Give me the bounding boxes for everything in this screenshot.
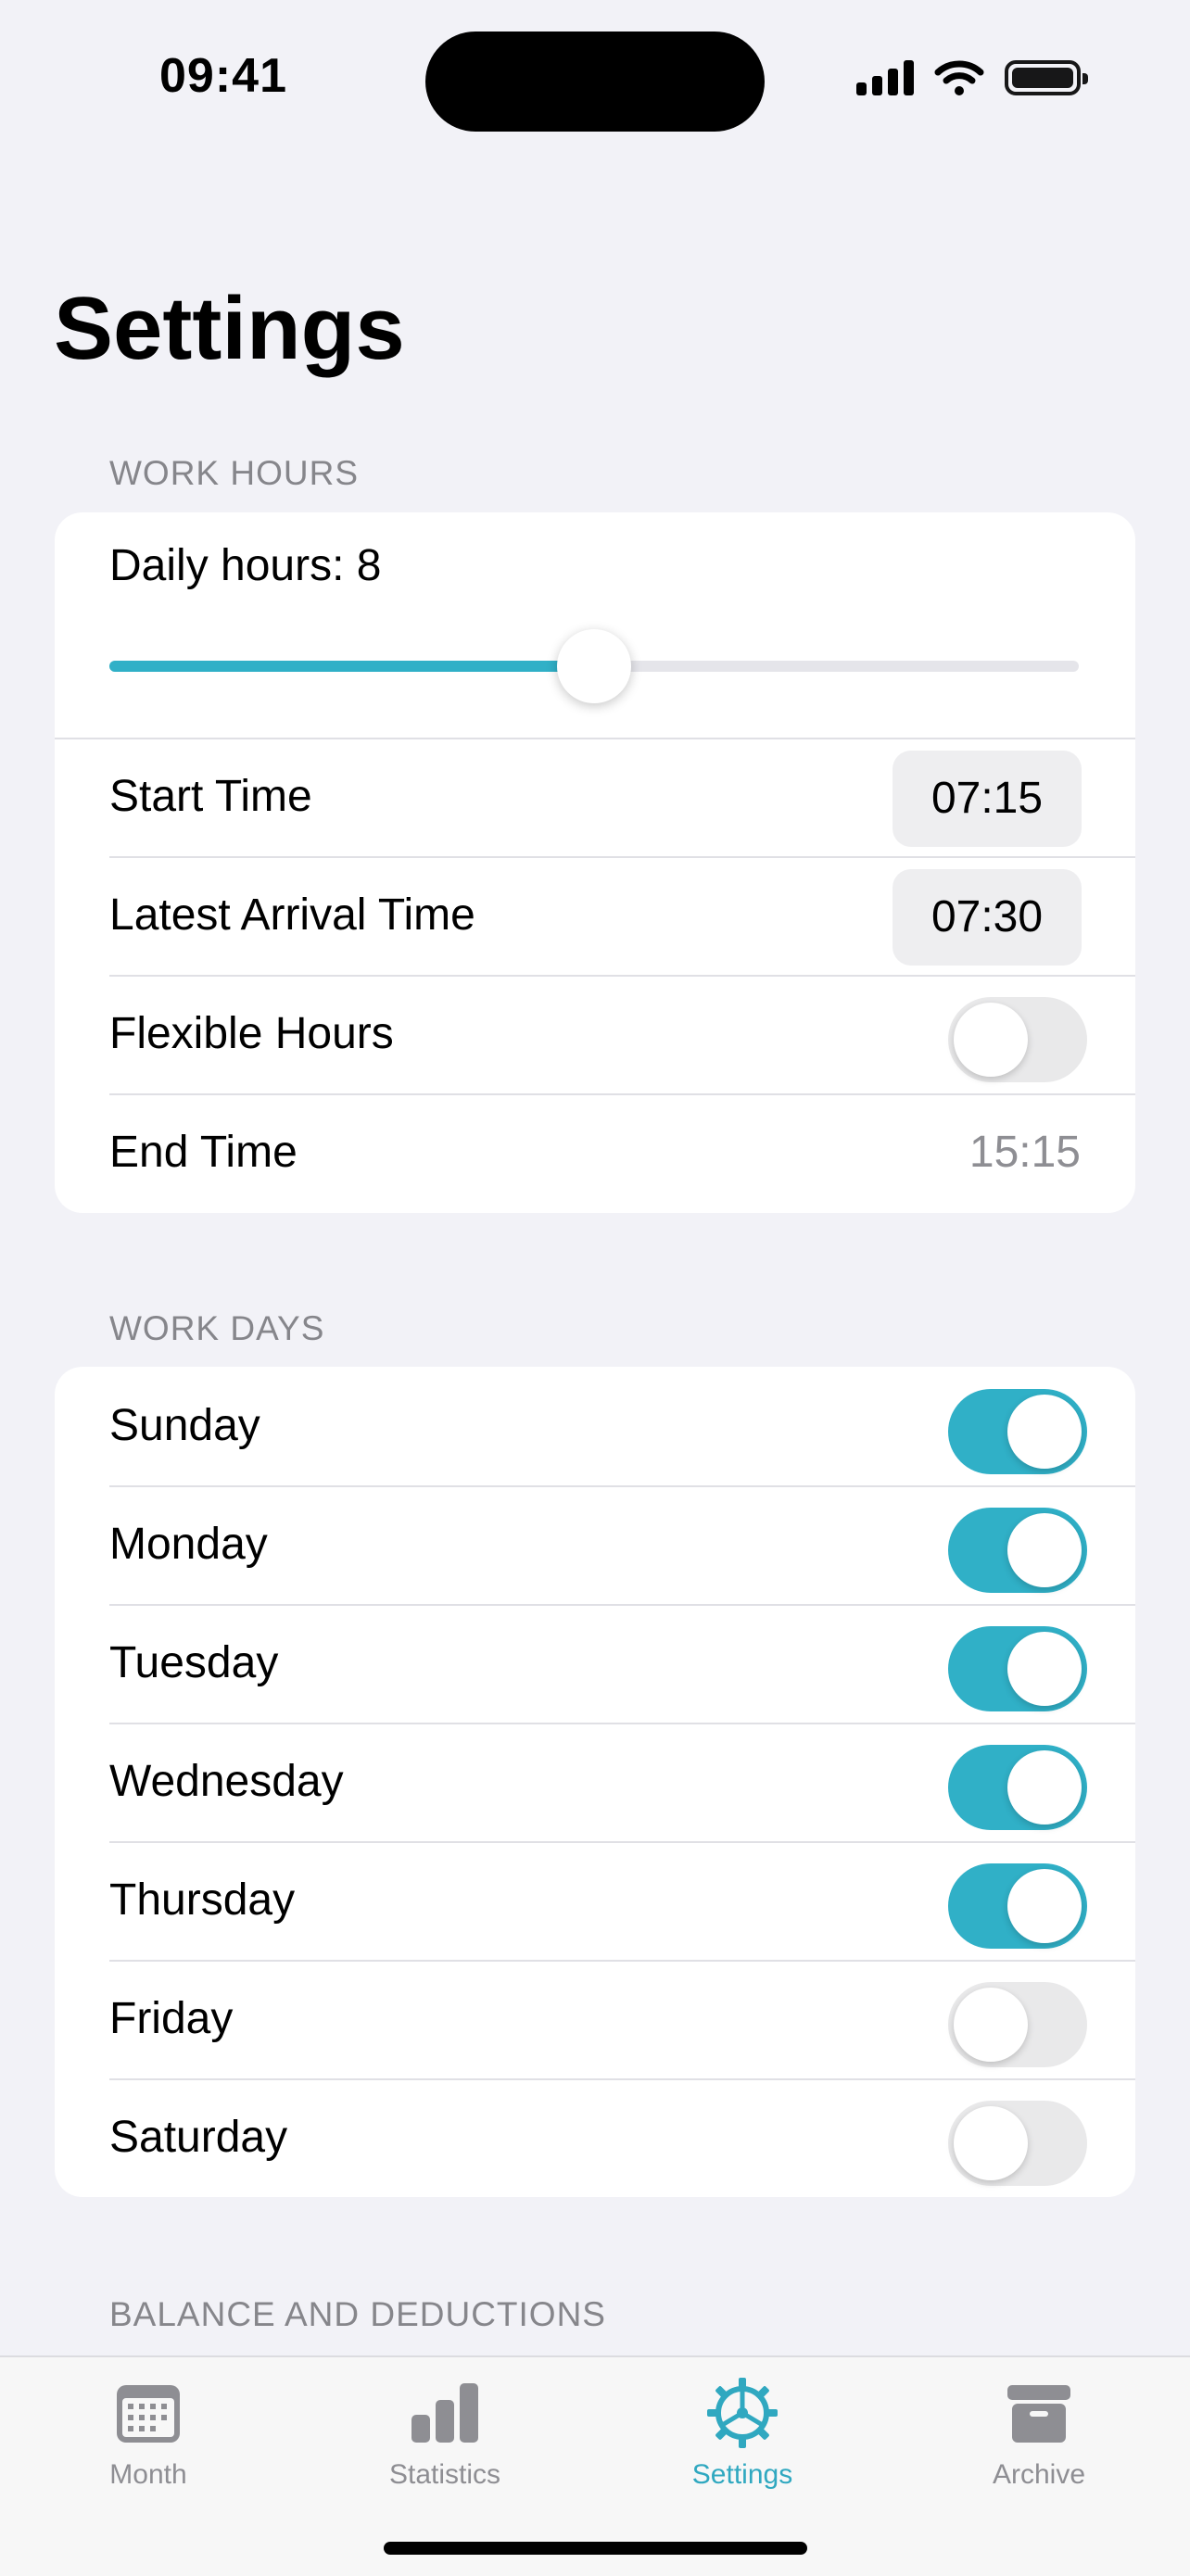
start-time-label: Start Time (109, 772, 312, 821)
toggle-knob (954, 1988, 1028, 2062)
work-day-row-monday: Monday (55, 1485, 1135, 1604)
toggle-knob (954, 2106, 1028, 2180)
start-time-picker[interactable]: 07:15 (892, 751, 1082, 847)
daily-hours-label: Daily hours: 8 (109, 541, 382, 590)
work-day-row-thursday: Thursday (55, 1841, 1135, 1960)
day-label: Thursday (109, 1875, 296, 1925)
flexible-hours-toggle[interactable] (948, 997, 1087, 1082)
day-label: Saturday (109, 2113, 288, 2162)
dynamic-island (425, 32, 765, 132)
wifi-icon (934, 60, 984, 95)
balance-deductions-header: BALANCE AND DEDUCTIONS (109, 2295, 606, 2333)
gear-icon (707, 2378, 778, 2448)
wednesday-toggle[interactable] (948, 1745, 1087, 1830)
day-label: Tuesday (109, 1638, 279, 1687)
tab-label: Month (109, 2459, 187, 2490)
friday-toggle[interactable] (948, 1982, 1087, 2067)
calendar-icon (117, 2385, 180, 2443)
day-label: Monday (109, 1520, 268, 1569)
sunday-toggle[interactable] (948, 1389, 1087, 1474)
flexible-hours-label: Flexible Hours (109, 1009, 394, 1058)
daily-hours-slider[interactable] (109, 629, 1079, 703)
work-day-row-saturday: Saturday (55, 2078, 1135, 2197)
tab-month[interactable]: Month (37, 2376, 260, 2491)
toggle-knob (1007, 1869, 1082, 1943)
slider-thumb[interactable] (557, 629, 631, 703)
battery-icon (1005, 60, 1088, 95)
end-time-label: End Time (109, 1128, 298, 1177)
tab-settings[interactable]: Settings (631, 2376, 854, 2491)
day-label: Sunday (109, 1401, 260, 1450)
work-hours-header: WORK HOURS (109, 454, 359, 492)
cellular-signal-icon (856, 60, 914, 95)
end-time-row: End Time 15:15 (55, 1093, 1135, 1212)
toggle-knob (1007, 1750, 1082, 1825)
home-indicator (384, 2542, 807, 2555)
bar-chart-icon (411, 2383, 478, 2443)
archive-box-icon (1007, 2385, 1070, 2443)
tab-label: Settings (691, 2459, 793, 2490)
saturday-toggle[interactable] (948, 2101, 1087, 2186)
monday-toggle[interactable] (948, 1508, 1087, 1593)
tab-statistics[interactable]: Statistics (334, 2376, 556, 2491)
work-day-row-wednesday: Wednesday (55, 1723, 1135, 1841)
work-days-card: Sunday Monday Tuesday Wednesday Thursday… (55, 1367, 1135, 2197)
latest-arrival-picker[interactable]: 07:30 (892, 869, 1082, 966)
work-day-row-tuesday: Tuesday (55, 1604, 1135, 1723)
toggle-knob (1007, 1513, 1082, 1587)
page-title: Settings (54, 279, 405, 378)
status-icons (856, 59, 1088, 96)
toggle-knob (1007, 1395, 1082, 1469)
end-time-value: 15:15 (968, 1128, 1081, 1177)
work-hours-card: Daily hours: 8 Start Time 07:15 Latest A… (55, 512, 1135, 1213)
status-bar: 09:41 (0, 0, 1190, 139)
thursday-toggle[interactable] (948, 1863, 1087, 1949)
start-time-row: Start Time 07:15 (55, 738, 1135, 856)
status-time: 09:41 (159, 49, 287, 103)
tab-archive[interactable]: Archive (928, 2376, 1150, 2491)
flexible-hours-row: Flexible Hours (55, 975, 1135, 1093)
day-label: Wednesday (109, 1757, 344, 1806)
toggle-knob (1007, 1632, 1082, 1706)
work-days-header: WORK DAYS (109, 1309, 325, 1347)
tuesday-toggle[interactable] (948, 1626, 1087, 1711)
work-day-row-sunday: Sunday (55, 1367, 1135, 1485)
day-label: Friday (109, 1994, 234, 2043)
slider-fill (109, 661, 594, 672)
tab-label: Archive (992, 2459, 1086, 2490)
toggle-knob (954, 1003, 1028, 1077)
tab-label: Statistics (388, 2459, 501, 2490)
work-day-row-friday: Friday (55, 1960, 1135, 2078)
latest-arrival-label: Latest Arrival Time (109, 890, 475, 940)
latest-arrival-row: Latest Arrival Time 07:30 (55, 856, 1135, 975)
